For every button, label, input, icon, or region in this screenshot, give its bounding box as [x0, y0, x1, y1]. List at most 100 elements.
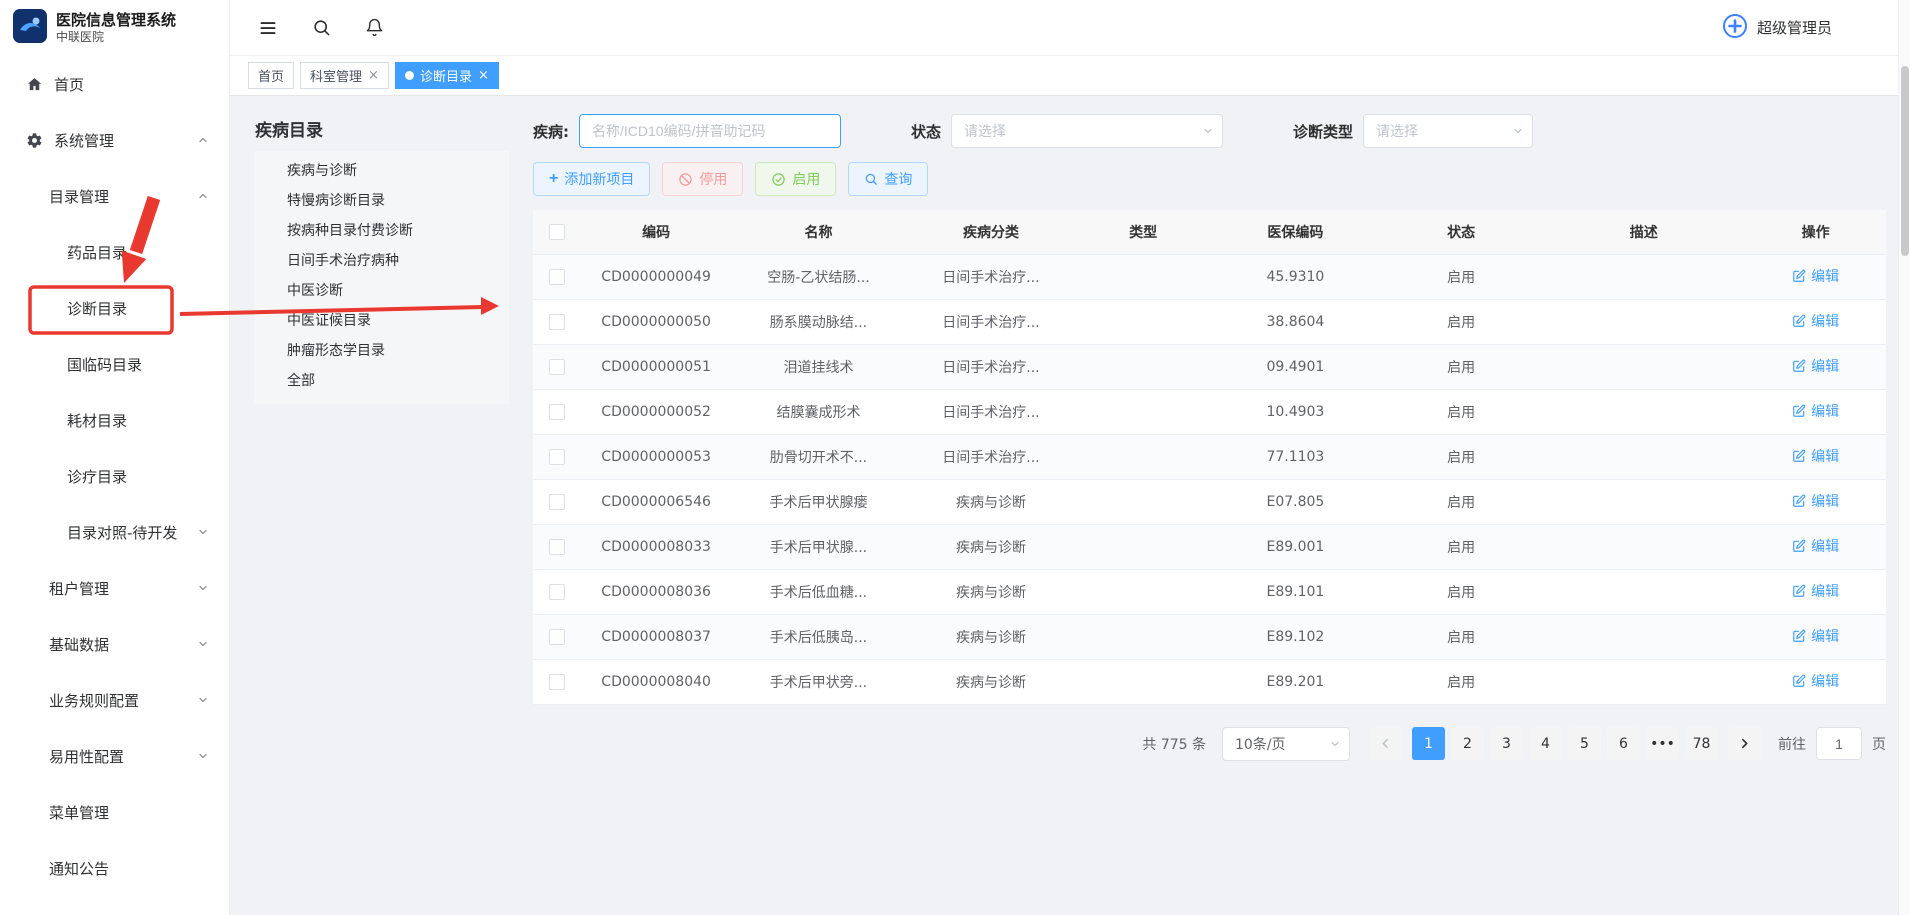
sidebar-item-diagnosis-catalog[interactable]: 诊断目录	[0, 280, 229, 336]
page-button-1[interactable]: 1	[1412, 727, 1445, 760]
page-button-4[interactable]: 4	[1529, 727, 1562, 760]
cell-category: 疾病与诊断	[906, 524, 1075, 569]
page-button-2[interactable]: 2	[1451, 727, 1484, 760]
sidebar-item-basic-data[interactable]: 基础数据	[0, 616, 229, 672]
page-button-3[interactable]: 3	[1490, 727, 1523, 760]
sidebar-item-system-management[interactable]: 系统管理	[0, 112, 229, 168]
sidebar-item-tenant-management[interactable]: 租户管理	[0, 560, 229, 616]
scrollbar-track[interactable]	[1898, 0, 1910, 915]
sidebar-item-home[interactable]: 首页	[0, 56, 229, 112]
scrollbar-thumb[interactable]	[1901, 66, 1909, 256]
row-checkbox[interactable]	[549, 584, 565, 600]
home-icon	[26, 76, 44, 93]
edit-button[interactable]: 编辑	[1792, 626, 1839, 646]
cell-description	[1542, 434, 1745, 479]
page-button-5[interactable]: 5	[1568, 727, 1601, 760]
collapse-menu-icon[interactable]	[258, 18, 278, 38]
page-button-6[interactable]: 6	[1607, 727, 1640, 760]
enable-button[interactable]: 启用	[755, 162, 836, 196]
disease-search-input[interactable]	[579, 114, 841, 148]
sidebar-item-treatment-catalog[interactable]: 诊疗目录	[0, 448, 229, 504]
sidebar-item-notice[interactable]: 通知公告	[0, 840, 229, 896]
tab-home[interactable]: 首页	[248, 62, 294, 89]
row-checkbox[interactable]	[549, 404, 565, 420]
table-row: CD0000006546手术后甲状腺瘘疾病与诊断E07.805启用编辑	[533, 479, 1886, 524]
sidebar-item-menu-management[interactable]: 菜单管理	[0, 784, 229, 840]
chevron-up-icon	[197, 134, 209, 146]
row-checkbox[interactable]	[549, 674, 565, 690]
catalog-item[interactable]: 日间手术治疗病种	[254, 246, 509, 276]
user-menu[interactable]: 超级管理员	[1722, 13, 1832, 43]
cell-category: 日间手术治疗...	[906, 434, 1075, 479]
catalog-item[interactable]: 全部	[254, 366, 509, 396]
sidebar-item-national-code-catalog[interactable]: 国临码目录	[0, 336, 229, 392]
edit-button[interactable]: 编辑	[1792, 266, 1839, 286]
prev-page-button[interactable]	[1369, 727, 1402, 760]
edit-button[interactable]: 编辑	[1792, 536, 1839, 556]
search-icon	[864, 172, 878, 186]
cell-description	[1542, 254, 1745, 299]
sidebar-item-consumables-catalog[interactable]: 耗材目录	[0, 392, 229, 448]
cell-name: 空肠-乙状结肠...	[731, 254, 907, 299]
add-item-button[interactable]: + 添加新项目	[533, 162, 650, 196]
sidebar-item-catalog-mapping[interactable]: 目录对照-待开发	[0, 504, 229, 560]
search-icon[interactable]	[312, 18, 331, 37]
query-button[interactable]: 查询	[848, 162, 928, 196]
sidebar-item-drug-catalog[interactable]: 药品目录	[0, 224, 229, 280]
row-checkbox[interactable]	[549, 629, 565, 645]
row-checkbox[interactable]	[549, 539, 565, 555]
row-checkbox[interactable]	[549, 269, 565, 285]
status-select[interactable]: 请选择	[951, 114, 1223, 148]
page-size-select[interactable]: 10条/页	[1222, 727, 1350, 761]
goto-page-input[interactable]	[1816, 727, 1862, 760]
close-tab-icon[interactable]: ×	[478, 69, 489, 82]
cell-code: CD0000008037	[582, 614, 731, 659]
table-row: CD0000008037手术后低胰岛...疾病与诊断E89.102启用编辑	[533, 614, 1886, 659]
edit-button[interactable]: 编辑	[1792, 401, 1839, 421]
chevron-down-icon	[197, 526, 209, 538]
page-more-button[interactable]: •••	[1646, 727, 1679, 760]
edit-button[interactable]: 编辑	[1792, 491, 1839, 511]
sidebar-item-catalog-management[interactable]: 目录管理	[0, 168, 229, 224]
cell-description	[1542, 479, 1745, 524]
catalog-item[interactable]: 特慢病诊断目录	[254, 186, 509, 216]
row-checkbox[interactable]	[549, 449, 565, 465]
tab-diagnosis-catalog[interactable]: 诊断目录×	[395, 62, 499, 89]
edit-button[interactable]: 编辑	[1792, 356, 1839, 376]
tab-department-management[interactable]: 科室管理×	[300, 62, 389, 89]
edit-button[interactable]: 编辑	[1792, 311, 1839, 331]
sidebar-item-usability-config[interactable]: 易用性配置	[0, 728, 229, 784]
notification-bell-icon[interactable]	[365, 18, 384, 37]
diagnosis-type-select[interactable]: 请选择	[1363, 114, 1533, 148]
catalog-item[interactable]: 中医诊断	[254, 276, 509, 306]
edit-button[interactable]: 编辑	[1792, 581, 1839, 601]
next-page-button[interactable]	[1728, 727, 1761, 760]
cell-type	[1076, 434, 1211, 479]
catalog-item[interactable]: 按病种目录付费诊断	[254, 216, 509, 246]
sidebar-item-label: 通知公告	[49, 858, 109, 879]
row-checkbox[interactable]	[549, 314, 565, 330]
table-row: CD0000008036手术后低血糖...疾病与诊断E89.101启用编辑	[533, 569, 1886, 614]
page-button-78[interactable]: 78	[1685, 727, 1718, 760]
catalog-item[interactable]: 中医证候目录	[254, 306, 509, 336]
row-checkbox[interactable]	[549, 359, 565, 375]
row-checkbox[interactable]	[549, 494, 565, 510]
ban-icon	[678, 172, 693, 187]
disable-button[interactable]: 停用	[662, 162, 743, 196]
catalog-item[interactable]: 肿瘤形态学目录	[254, 336, 509, 366]
cell-status: 启用	[1380, 344, 1542, 389]
edit-button[interactable]: 编辑	[1792, 671, 1839, 691]
catalog-item[interactable]: 疾病与诊断	[254, 156, 509, 186]
sidebar-item-business-rules[interactable]: 业务规则配置	[0, 672, 229, 728]
edit-button[interactable]: 编辑	[1792, 446, 1839, 466]
page-size-value: 10条/页	[1235, 734, 1286, 754]
edit-button-label: 编辑	[1811, 311, 1839, 331]
close-tab-icon[interactable]: ×	[368, 69, 379, 82]
table-row: CD0000008040手术后甲状旁...疾病与诊断E89.201启用编辑	[533, 659, 1886, 704]
sidebar-item-label: 诊断目录	[67, 298, 127, 319]
cell-type	[1076, 254, 1211, 299]
select-all-checkbox[interactable]	[549, 224, 565, 240]
chevron-down-icon	[197, 750, 209, 762]
chevron-down-icon	[1512, 125, 1524, 137]
cell-name: 肠系膜动脉结...	[731, 299, 907, 344]
